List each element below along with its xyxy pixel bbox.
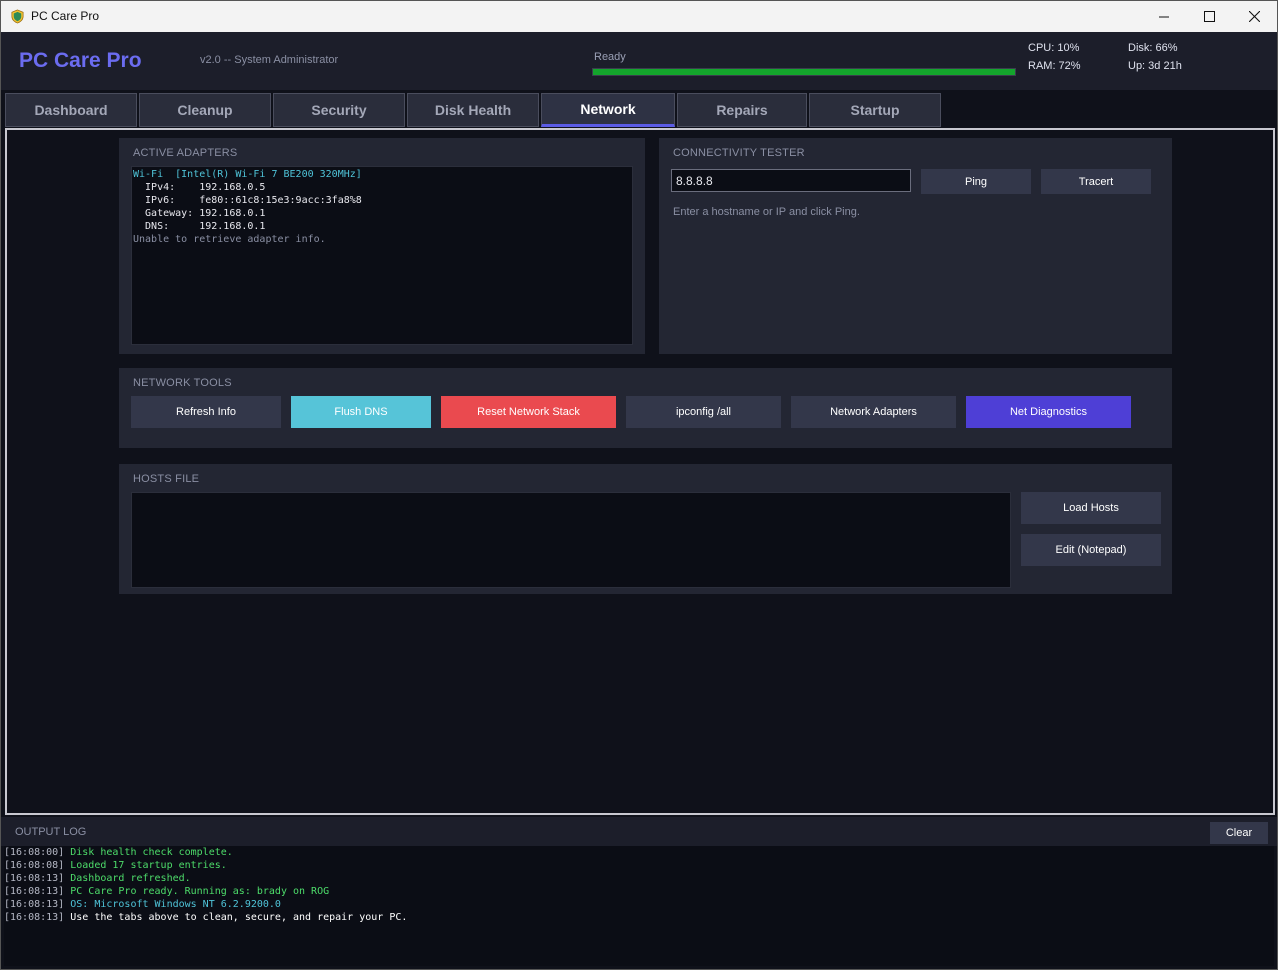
ram-stat: RAM: 72% (1028, 60, 1081, 72)
net-diagnostics-button[interactable]: Net Diagnostics (966, 396, 1131, 428)
app-subtitle: v2.0 -- System Administrator (200, 54, 339, 66)
tracert-button[interactable]: Tracert (1041, 169, 1151, 194)
adapter-info-line: IPv6: fe80::61c8:15e3:9acc:3fa8%8 (133, 195, 362, 206)
adapter-info-line: Gateway: 192.168.0.1 (133, 208, 266, 219)
close-button[interactable] (1231, 1, 1277, 32)
tab-startup[interactable]: Startup (809, 93, 941, 127)
panel-title: CONNECTIVITY TESTER (673, 147, 805, 159)
minimize-button[interactable] (1141, 1, 1187, 32)
tab-disk-health[interactable]: Disk Health (407, 93, 539, 127)
log-entry: [16:08:13] Use the tabs above to clean, … (4, 911, 1274, 924)
log-timestamp: [16:08:13] (4, 873, 71, 884)
refresh-info-button[interactable]: Refresh Info (131, 396, 281, 428)
host-input[interactable] (671, 169, 911, 192)
panel-title: HOSTS FILE (133, 473, 200, 485)
log-message: Dashboard refreshed. (70, 873, 191, 884)
panel-title: NETWORK TOOLS (133, 377, 232, 389)
log-message: Use the tabs above to clean, secure, and… (70, 912, 408, 923)
app-name: PC Care Pro (19, 49, 142, 72)
shield-icon (11, 9, 24, 24)
window-title: PC Care Pro (31, 9, 100, 23)
network-tools-panel: NETWORK TOOLS Refresh Info Flush DNS Res… (119, 368, 1172, 448)
close-icon (1248, 11, 1260, 22)
load-hosts-button[interactable]: Load Hosts (1021, 492, 1161, 524)
clear-log-button[interactable]: Clear (1210, 822, 1268, 844)
tab-dashboard[interactable]: Dashboard (5, 93, 137, 127)
adapter-info-line: Wi-Fi [Intel(R) Wi-Fi 7 BE200 320MHz] (133, 169, 362, 180)
tab-bar: Dashboard Cleanup Security Disk Health N… (1, 90, 1277, 128)
output-log-title: OUTPUT LOG (15, 826, 87, 838)
reset-network-stack-button[interactable]: Reset Network Stack (441, 396, 616, 428)
edit-notepad-button[interactable]: Edit (Notepad) (1021, 534, 1161, 566)
output-log-body[interactable]: [16:08:00] Disk health check complete. [1… (4, 846, 1274, 966)
tab-repairs[interactable]: Repairs (677, 93, 807, 127)
flush-dns-button[interactable]: Flush DNS (291, 396, 431, 428)
adapter-info-box[interactable]: Wi-Fi [Intel(R) Wi-Fi 7 BE200 320MHz] IP… (131, 166, 633, 345)
progress-fill (593, 69, 1015, 75)
tab-network[interactable]: Network (541, 93, 675, 127)
log-message: Disk health check complete. (70, 847, 233, 858)
network-adapters-button[interactable]: Network Adapters (791, 396, 956, 428)
connectivity-tester-panel: CONNECTIVITY TESTER Ping Tracert Enter a… (659, 138, 1172, 354)
hosts-file-editor[interactable] (131, 492, 1011, 588)
tab-security[interactable]: Security (273, 93, 405, 127)
adapter-info-line: Unable to retrieve adapter info. (133, 234, 326, 245)
adapter-info-line: DNS: 192.168.0.1 (133, 221, 266, 232)
log-entry: [16:08:13] Dashboard refreshed. (4, 872, 1274, 885)
panel-title: ACTIVE ADAPTERS (133, 147, 238, 159)
tab-cleanup[interactable]: Cleanup (139, 93, 271, 127)
log-entry: [16:08:08] Loaded 17 startup entries. (4, 859, 1274, 872)
hosts-file-panel: HOSTS FILE Load Hosts Edit (Notepad) (119, 464, 1172, 594)
log-message: PC Care Pro ready. Running as: brady on … (70, 886, 330, 897)
ipconfig-all-button[interactable]: ipconfig /all (626, 396, 781, 428)
log-timestamp: [16:08:13] (4, 886, 71, 897)
status-progress-bar (592, 68, 1016, 76)
connectivity-hint: Enter a hostname or IP and click Ping. (673, 206, 860, 218)
network-tab-content: ACTIVE ADAPTERS Wi-Fi [Intel(R) Wi-Fi 7 … (5, 128, 1275, 815)
maximize-icon (1203, 11, 1215, 22)
log-timestamp: [16:08:13] (4, 899, 71, 910)
log-entry: [16:08:13] OS: Microsoft Windows NT 6.2.… (4, 898, 1274, 911)
adapter-info-line: IPv4: 192.168.0.5 (133, 182, 266, 193)
output-log: OUTPUT LOG Clear [16:08:00] Disk health … (1, 817, 1277, 969)
log-message: Loaded 17 startup entries. (70, 860, 227, 871)
app-window: PC Care Pro PC Care Pro v2.0 -- System A… (0, 0, 1278, 970)
output-log-header: OUTPUT LOG Clear (1, 817, 1277, 846)
active-adapters-panel: ACTIVE ADAPTERS Wi-Fi [Intel(R) Wi-Fi 7 … (119, 138, 645, 354)
log-timestamp: [16:08:08] (4, 860, 71, 871)
log-entry: [16:08:13] PC Care Pro ready. Running as… (4, 885, 1274, 898)
status-text: Ready (594, 51, 626, 63)
cpu-stat: CPU: 10% (1028, 42, 1080, 54)
log-timestamp: [16:08:00] (4, 847, 71, 858)
uptime-stat: Up: 3d 21h (1128, 60, 1182, 72)
title-bar: PC Care Pro (1, 1, 1277, 32)
ping-button[interactable]: Ping (921, 169, 1031, 194)
log-message: OS: Microsoft Windows NT 6.2.9200.0 (70, 899, 281, 910)
minimize-icon (1159, 16, 1169, 17)
log-entry: [16:08:00] Disk health check complete. (4, 846, 1274, 859)
app-header: PC Care Pro v2.0 -- System Administrator… (1, 32, 1277, 90)
disk-stat: Disk: 66% (1128, 42, 1178, 54)
maximize-button[interactable] (1186, 1, 1232, 32)
log-timestamp: [16:08:13] (4, 912, 71, 923)
